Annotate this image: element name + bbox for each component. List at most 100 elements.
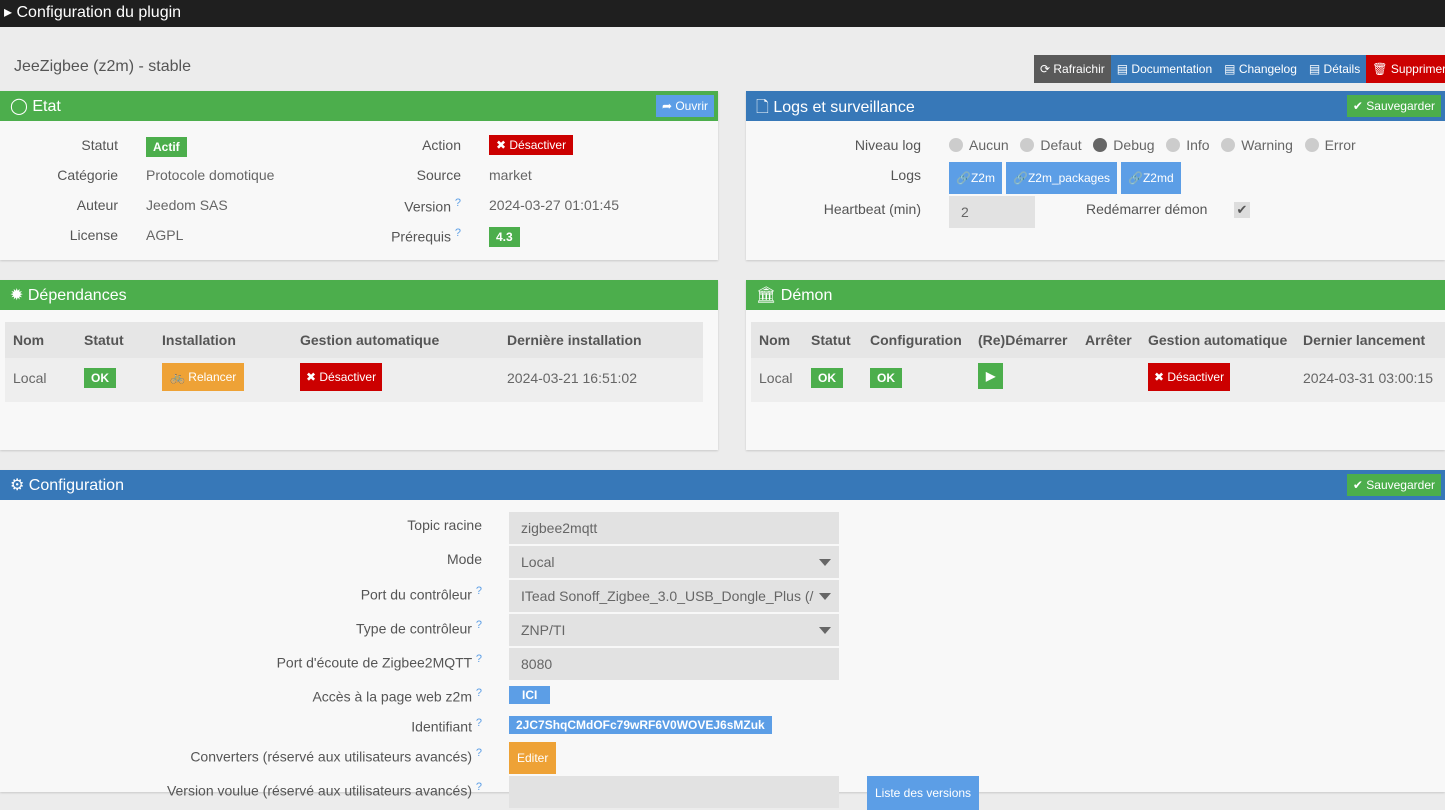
version-label: Version ? — [404, 197, 461, 215]
refresh-button[interactable]: ⟳ Rafraichir — [1034, 55, 1111, 83]
daemon-disable-button[interactable]: ✖ Désactiver — [1148, 363, 1231, 391]
help-icon[interactable]: ? — [476, 781, 482, 793]
version-wanted-input[interactable] — [509, 776, 839, 808]
col-nom: Nom — [759, 332, 791, 348]
collapse-icon[interactable]: ▸ — [4, 4, 16, 21]
version-list-button[interactable]: Liste des versions — [867, 776, 980, 810]
table-row: Local OK 🚲 Relancer ✖ Désactiver 2024-03… — [5, 358, 703, 402]
changelog-button[interactable]: ▤ Changelog — [1218, 55, 1303, 83]
log-level-label: Niveau log — [854, 137, 921, 153]
identifier-value: 2JC7ShqCMdOFc79wRF6V0WOVEJ6sMZuk — [509, 716, 772, 734]
documentation-button[interactable]: ▤ Documentation — [1110, 55, 1219, 83]
col-statut: Statut — [84, 332, 124, 348]
configuration-panel: ⚙ Configuration ✔ Sauvegarder Topic raci… — [0, 470, 1445, 810]
row-nom: Local — [759, 370, 793, 386]
heartbeat-label: Heartbeat (min) — [823, 201, 921, 217]
etat-panel: ◯ Etat ➦ Ouvrir Statut Actif Catégorie P… — [0, 91, 718, 260]
mode-select[interactable]: Local — [509, 546, 839, 578]
web-label: Accès à la page web z2m ? — [312, 687, 482, 705]
radio-defaut[interactable]: Defaut — [1020, 137, 1082, 153]
config-title: Configuration — [28, 477, 124, 494]
col-statut: Statut — [811, 332, 851, 348]
dependencies-panel: ✹ Dépendances Nom Statut Installation Ge… — [0, 280, 718, 450]
log-z2m-packages-button[interactable]: 🔗Z2m_packages — [1006, 162, 1117, 194]
log-level-radios: Aucun Defaut Debug Info Warning Error — [949, 137, 1356, 153]
daemon-config-badge: OK — [870, 368, 902, 388]
deps-status-badge: OK — [84, 368, 116, 388]
restart-daemon-checkbox[interactable]: ✔ — [1234, 202, 1250, 218]
prerequis-label: Prérequis ? — [391, 227, 461, 245]
mode-label: Mode — [446, 551, 482, 567]
topic-label: Topic racine — [407, 517, 482, 533]
listen-port-label: Port d'écoute de Zigbee2MQTT ? — [276, 653, 482, 671]
col-arreter: Arrêter — [1085, 332, 1132, 348]
license-value: AGPL — [146, 227, 184, 243]
details-button[interactable]: ▤ Détails — [1302, 55, 1367, 83]
deps-table: Nom Statut Installation Gestion automati… — [5, 322, 703, 402]
version-value: 2024-03-27 01:01:45 — [489, 197, 619, 213]
heartbeat-input[interactable]: 2 — [949, 196, 1035, 228]
col-gestion: Gestion automatique — [300, 332, 440, 348]
type-select[interactable]: ZNP/TI — [509, 614, 839, 646]
help-icon[interactable]: ? — [476, 747, 482, 759]
logs-label: Logs — [890, 167, 921, 183]
daemon-status-badge: OK — [811, 368, 843, 388]
col-derniere: Dernière installation — [507, 332, 642, 348]
daemon-title: Démon — [780, 287, 833, 304]
window-title: Configuration du plugin — [16, 4, 182, 21]
source-value: market — [489, 167, 532, 183]
window-title-bar: ▸ Configuration du plugin — [0, 0, 1445, 27]
help-icon[interactable]: ? — [455, 227, 461, 239]
auteur-value: Jeedom SAS — [146, 197, 228, 213]
prerequis-badge: 4.3 — [489, 227, 520, 247]
open-button[interactable]: ➦ Ouvrir — [655, 95, 714, 117]
help-icon[interactable]: ? — [476, 653, 482, 665]
deps-disable-button[interactable]: ✖ Désactiver — [300, 363, 383, 391]
categorie-label: Catégorie — [57, 167, 118, 183]
gears-icon: ⚙ — [10, 477, 29, 494]
help-icon[interactable]: ? — [476, 619, 482, 631]
col-gestion: Gestion automatique — [1148, 332, 1288, 348]
col-installation: Installation — [162, 332, 236, 348]
deps-title: Dépendances — [27, 287, 127, 304]
logs-panel: 🗋 Logs et surveillance ✔ Sauvegarder Niv… — [746, 91, 1445, 260]
port-select[interactable]: ITead Sonoff_Zigbee_3.0_USB_Dongle_Plus … — [509, 580, 839, 612]
help-icon[interactable]: ? — [476, 585, 482, 597]
statut-label: Statut — [81, 137, 118, 153]
col-nom: Nom — [13, 332, 45, 348]
status-icon: ◯ — [10, 98, 33, 115]
bank-icon: 🏛 — [756, 287, 781, 304]
relaunch-button[interactable]: 🚲 Relancer — [162, 363, 245, 391]
listen-port-input[interactable]: 8080 — [509, 648, 839, 680]
log-z2md-button[interactable]: 🔗Z2md — [1121, 162, 1181, 194]
disable-plugin-button[interactable]: ✖ Désactiver — [489, 135, 574, 155]
help-icon[interactable]: ? — [455, 197, 461, 209]
save-config-button[interactable]: ✔ Sauvegarder — [1346, 474, 1441, 496]
delete-button[interactable]: 🗑 Supprimer — [1366, 55, 1445, 83]
restart-daemon-label: Redémarrer démon — [1086, 201, 1208, 217]
radio-aucun[interactable]: Aucun — [949, 137, 1009, 153]
col-configuration: Configuration — [870, 332, 962, 348]
help-icon[interactable]: ? — [476, 717, 482, 729]
radio-warning[interactable]: Warning — [1221, 137, 1293, 153]
toolbar: ⟳ Rafraichir ▤ Documentation ▤ Changelog… — [1034, 55, 1445, 83]
gear-icon: ✹ — [10, 287, 28, 304]
categorie-value: Protocole domotique — [146, 167, 275, 183]
license-label: License — [69, 227, 118, 243]
radio-error[interactable]: Error — [1304, 137, 1356, 153]
web-link[interactable]: ICI — [509, 686, 551, 704]
play-icon[interactable]: ▶ — [978, 363, 1004, 389]
daemon-panel: 🏛 Démon Nom Statut Configuration (Re)Dém… — [746, 280, 1445, 450]
help-icon[interactable]: ? — [476, 687, 482, 699]
topic-input[interactable]: zigbee2mqtt — [509, 512, 839, 544]
save-logs-button[interactable]: ✔ Sauvegarder — [1346, 95, 1441, 117]
radio-info[interactable]: Info — [1166, 137, 1210, 153]
edit-converters-button[interactable]: Editer — [509, 742, 557, 774]
last-launch: 2024-03-31 03:00:15 — [1303, 370, 1433, 386]
source-label: Source — [416, 167, 461, 183]
statut-badge: Actif — [146, 137, 187, 157]
log-z2m-button[interactable]: 🔗Z2m — [949, 162, 1002, 194]
last-install: 2024-03-21 16:51:02 — [507, 370, 637, 386]
table-row: Local OK OK ▶ ✖ Désactiver 2024-03-31 03… — [751, 358, 1445, 402]
radio-debug[interactable]: Debug — [1093, 137, 1155, 153]
